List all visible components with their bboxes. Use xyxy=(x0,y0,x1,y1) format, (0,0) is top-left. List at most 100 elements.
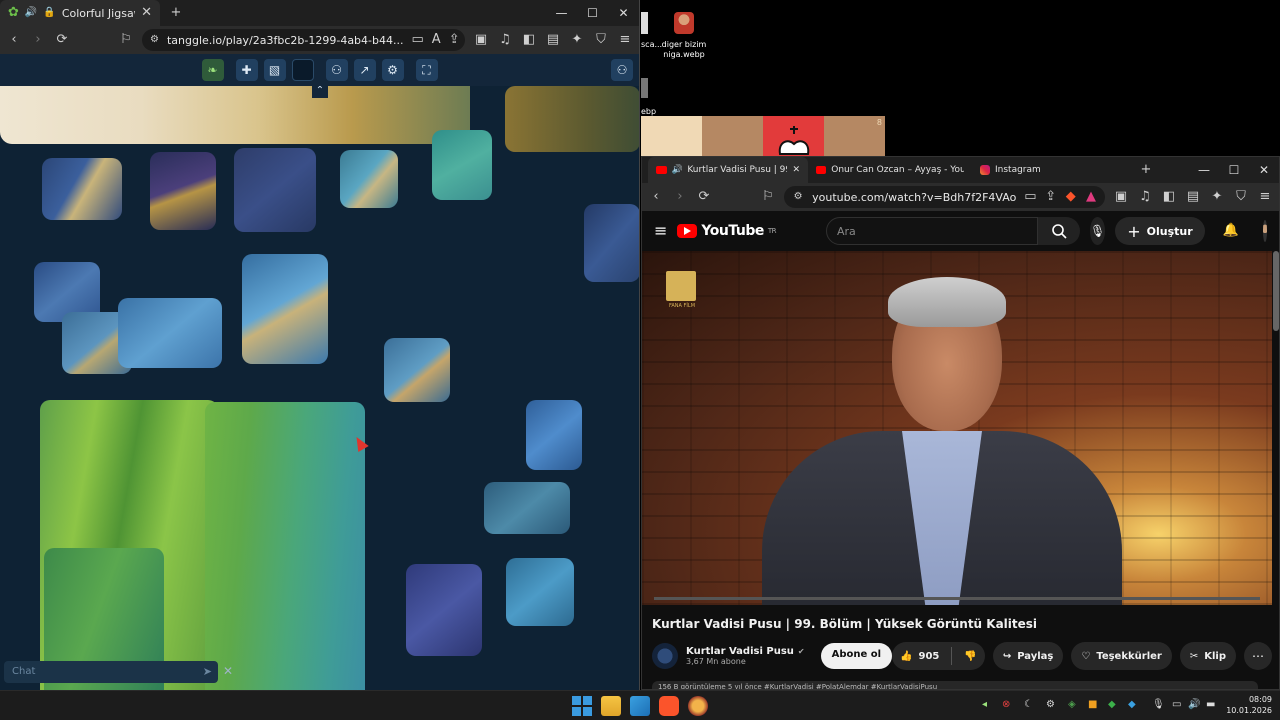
brave-shield-icon[interactable]: ◆ xyxy=(1065,189,1077,205)
settings-icon[interactable]: ⚙ xyxy=(381,59,404,81)
puzzle-piece[interactable] xyxy=(406,564,482,656)
users-panel-icon[interactable]: ⚇ xyxy=(611,59,633,81)
share-icon[interactable]: ⇪ xyxy=(1045,189,1057,205)
new-tab-icon[interactable]: + xyxy=(168,5,184,21)
scrollbar[interactable] xyxy=(1273,251,1279,331)
share-icon[interactable]: ⇪ xyxy=(449,32,460,48)
send-icon[interactable]: ➤ xyxy=(203,665,212,678)
hamburger-menu-icon[interactable]: ≡ xyxy=(654,223,667,239)
forward-icon[interactable]: › xyxy=(30,32,46,48)
desktop-thumb-partial[interactable] xyxy=(641,12,648,34)
fullscreen-icon[interactable]: ⛶ xyxy=(415,59,438,81)
thanks-button[interactable]: ♡ Teşekkürler xyxy=(1071,642,1172,670)
collapse-chevron-icon[interactable]: ⌃ xyxy=(312,86,328,98)
minimize-button[interactable]: — xyxy=(1189,157,1219,183)
tray-app-icon[interactable]: ◆ xyxy=(1128,699,1136,710)
wallet-icon[interactable]: ▤ xyxy=(1185,189,1201,205)
video-player[interactable]: FANA FİLM xyxy=(642,251,1272,605)
channel-avatar[interactable] xyxy=(652,643,678,669)
tab-instagram[interactable]: Instagram xyxy=(972,157,1136,183)
tab-kurtlar-vadisi[interactable]: 🔊 Kurtlar Vadisi Pusu | 99. Bölüm ✕ xyxy=(648,157,808,183)
leo-icon[interactable]: ✦ xyxy=(1209,189,1225,205)
image-preview-icon[interactable]: ▧ xyxy=(263,59,286,81)
menu-icon[interactable]: ≡ xyxy=(617,32,633,48)
translate-icon[interactable]: A xyxy=(432,32,441,48)
back-icon[interactable]: ‹ xyxy=(648,189,664,205)
new-tab-icon[interactable]: + xyxy=(1138,162,1154,178)
menu-icon[interactable]: ≡ xyxy=(1257,189,1273,205)
chat-input[interactable]: Chat ➤ xyxy=(4,661,218,683)
puzzle-piece[interactable] xyxy=(432,130,492,200)
reload-icon[interactable]: ⟳ xyxy=(696,189,712,205)
puzzle-piece[interactable] xyxy=(150,152,216,230)
pieces-icon[interactable]: ✚ xyxy=(235,59,258,81)
more-actions-button[interactable]: ⋯ xyxy=(1244,642,1272,670)
windows-start-icon[interactable] xyxy=(572,696,592,716)
puzzle-piece[interactable] xyxy=(506,558,574,626)
like-dislike-button[interactable]: 👍 905 👎 xyxy=(892,642,985,670)
clip-button[interactable]: ✂ Klip xyxy=(1179,642,1236,670)
description-box[interactable]: 156 B görüntüleme 5 yıl önce #KurtlarVad… xyxy=(652,681,1258,689)
account-avatar[interactable] xyxy=(1262,220,1267,242)
search-input[interactable]: Ara xyxy=(825,217,1038,245)
maximize-button[interactable]: ☐ xyxy=(1219,157,1249,183)
bookmark-icon[interactable]: ⚐ xyxy=(118,32,134,48)
tray-app-icon[interactable]: ⊗ xyxy=(1002,699,1010,710)
puzzle-piece[interactable] xyxy=(118,298,222,368)
vpn-icon[interactable]: ⛉ xyxy=(1233,189,1249,205)
thumbs-down-icon[interactable]: 👎 xyxy=(964,651,976,662)
voice-search-button[interactable]: 🎙 xyxy=(1089,217,1106,245)
subscribe-button[interactable]: Abone ol xyxy=(820,643,893,669)
brave-browser-icon[interactable] xyxy=(659,696,679,716)
clock[interactable]: 08:09 10.01.2026 xyxy=(1222,694,1272,716)
close-window-button[interactable]: ✕ xyxy=(1249,157,1279,183)
music-icon[interactable]: ♫ xyxy=(497,32,513,48)
players-icon[interactable]: ⚇ xyxy=(325,59,348,81)
search-button[interactable] xyxy=(1037,217,1080,245)
bookmark-icon[interactable]: ⚐ xyxy=(760,189,776,205)
tray-app-icon[interactable]: ■ xyxy=(1088,699,1097,710)
puzzle-top-strip[interactable] xyxy=(0,86,470,144)
reader-icon[interactable]: ▣ xyxy=(1113,189,1129,205)
close-window-button[interactable]: ✕ xyxy=(608,0,639,26)
close-tab-icon[interactable]: ✕ xyxy=(141,5,152,21)
minimize-button[interactable]: — xyxy=(546,0,577,26)
screen-icon[interactable]: ▭ xyxy=(411,32,423,48)
reader-icon[interactable]: ▣ xyxy=(473,32,489,48)
puzzle-assembled-section[interactable] xyxy=(205,402,365,690)
puzzle-piece[interactable] xyxy=(242,254,328,364)
sidebar-icon[interactable]: ◧ xyxy=(521,32,537,48)
tray-app-icon[interactable]: ☾ xyxy=(1024,699,1033,710)
file-explorer-icon[interactable] xyxy=(601,696,621,716)
network-icon[interactable]: ▭ xyxy=(1172,699,1181,710)
puzzle-piece[interactable] xyxy=(234,148,316,232)
desktop-thumb-small[interactable] xyxy=(641,78,648,98)
forward-icon[interactable]: › xyxy=(672,189,688,205)
volume-icon[interactable]: 🔊 xyxy=(1188,699,1200,710)
game-app-icon[interactable] xyxy=(688,696,708,716)
channel-name[interactable]: Kurtlar Vadisi Pusu xyxy=(686,646,794,657)
create-button[interactable]: + Oluştur xyxy=(1115,217,1205,245)
address-bar[interactable]: ⚙ youtube.com/watch?v=Bdh7f2F4VAo ▭ ⇪ ◆ … xyxy=(784,186,1105,208)
share-button[interactable]: ↪ Paylaş xyxy=(992,642,1064,670)
wallet-icon[interactable]: ▤ xyxy=(545,32,561,48)
microphone-icon[interactable]: 🎙 xyxy=(1152,699,1165,710)
maximize-button[interactable]: ☐ xyxy=(577,0,608,26)
close-chat-icon[interactable]: ✕ xyxy=(223,664,237,680)
tray-app-icon[interactable]: ◆ xyxy=(1108,699,1116,710)
tray-arrow-icon[interactable]: ◂ xyxy=(982,699,987,710)
puzzle-piece[interactable] xyxy=(340,150,398,208)
vpn-icon[interactable]: ⛉ xyxy=(593,32,609,48)
share-puzzle-icon[interactable]: ↗ xyxy=(353,59,376,81)
tab-onur-can[interactable]: Onur Can Özcan – Ayyaş - YouTube xyxy=(808,157,972,183)
screen-icon[interactable]: ▭ xyxy=(1024,189,1036,205)
player-progress-bar[interactable] xyxy=(654,597,1260,600)
background-color-icon[interactable] xyxy=(291,59,314,81)
puzzle-board[interactable]: ⌃ xyxy=(0,86,639,690)
desktop-file-icon[interactable] xyxy=(668,12,700,36)
close-tab-icon[interactable]: ✕ xyxy=(792,165,800,175)
sidebar-icon[interactable]: ◧ xyxy=(1161,189,1177,205)
leo-icon[interactable]: ✦ xyxy=(569,32,585,48)
reload-icon[interactable]: ⟳ xyxy=(54,32,70,48)
tab-colorful-jigsaw[interactable]: ✿ 🔊 🔒 Colorful Jigsaw Puzzle ✕ xyxy=(0,0,160,26)
